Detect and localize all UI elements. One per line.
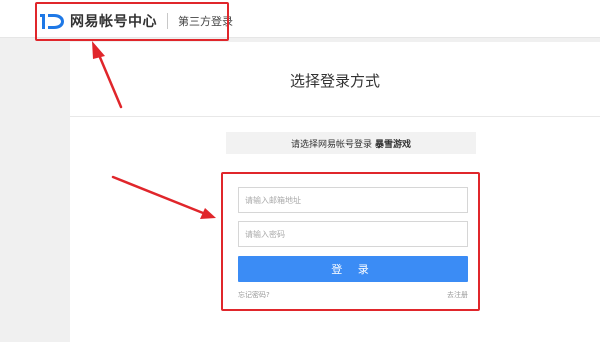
page-title: 选择登录方式 [289,72,380,90]
login-form: 登 录 忘记密码? 去注册 [221,172,480,311]
header-highlight-box [35,2,229,41]
login-notice: 请选择网易帐号登录 暴雪游戏 [226,132,476,154]
main-content: 选择登录方式 请选择网易帐号登录 暴雪游戏 登 录 忘记密码? 去注册 [70,42,600,342]
title-divider [70,116,600,117]
form-links: 忘记密码? 去注册 [238,290,468,302]
page: 网易帐号中心 第三方登录 选择登录方式 请选择网易帐号登录 暴雪游戏 登 录 忘… [0,0,600,342]
forgot-password-link[interactable]: 忘记密码? [238,290,270,300]
password-input[interactable] [238,221,468,247]
register-link[interactable]: 去注册 [447,290,468,300]
notice-game-name: 暴雪游戏 [375,139,412,150]
email-input[interactable] [238,187,468,213]
notice-text: 请选择网易帐号登录 [290,139,372,150]
login-button[interactable]: 登 录 [238,256,468,282]
